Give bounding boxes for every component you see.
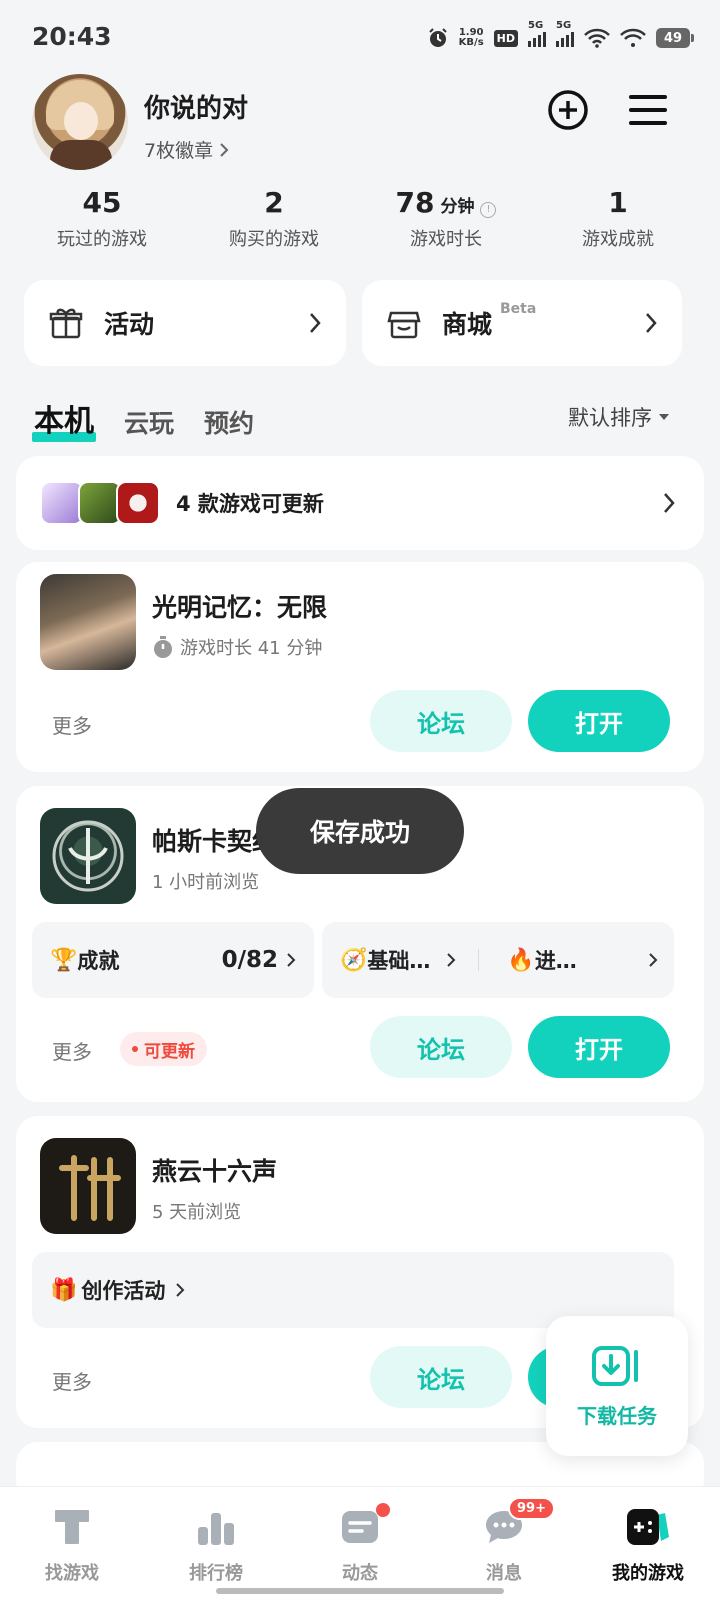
forum-button[interactable]: 论坛 (370, 690, 512, 752)
nav-rankings[interactable]: 排行榜 (144, 1487, 288, 1600)
game-thumb (116, 481, 160, 525)
gift-icon (49, 308, 83, 339)
plus-circle-icon (548, 90, 588, 130)
update-badge[interactable]: 可更新 (120, 1032, 207, 1066)
open-button[interactable]: 打开 (528, 1016, 670, 1078)
activity-entry[interactable]: 活动 (24, 280, 346, 366)
gift-icon: 🎁 (50, 1277, 78, 1303)
battery-icon: 49 (656, 28, 694, 48)
menu-icon (629, 95, 667, 125)
add-button[interactable] (546, 88, 590, 132)
status-icons: 1.90 KB/s HD 5G 5G 49 (427, 20, 694, 52)
nav-feed[interactable]: 动态 (288, 1487, 432, 1600)
stat-playtime[interactable]: 78 分钟! 游戏时长 (360, 186, 532, 251)
game-last-viewed: 1 小时前浏览 (152, 872, 260, 893)
download-icon (592, 1345, 638, 1386)
stat-achievements[interactable]: 1 游戏成就 (532, 186, 704, 251)
game-title[interactable]: 燕云十六声 (152, 1152, 277, 1188)
my-games-icon (627, 1509, 669, 1545)
hd-icon: HD (493, 29, 518, 47)
toast-message: 保存成功 (256, 788, 464, 874)
mall-entry[interactable]: 商城 Beta (362, 280, 682, 366)
chevron-right-icon (310, 313, 321, 333)
nav-messages[interactable]: 99+ 消息 (432, 1487, 576, 1600)
stat-purchased[interactable]: 2 购买的游戏 (188, 186, 360, 251)
wifi-icon-2 (620, 28, 646, 48)
compass-icon: 🧭 (340, 947, 368, 973)
home-indicator[interactable] (216, 1588, 504, 1594)
game-playtime: 游戏时长 41 分钟 (152, 634, 322, 660)
wifi-icon (584, 28, 610, 48)
caret-down-icon (659, 414, 669, 420)
status-bar: 20:43 1.90 KB/s HD 5G 5G 49 (0, 0, 720, 74)
net-speed: 1.90 KB/s (458, 27, 484, 48)
notification-dot (376, 1503, 390, 1517)
message-count-badge: 99+ (508, 1497, 555, 1520)
trophy-icon: 🏆 (50, 947, 78, 973)
chevron-right-icon (287, 953, 296, 967)
chevron-right-icon (649, 953, 658, 967)
chevron-right-icon (220, 142, 229, 157)
game-icon-yanyun[interactable] (40, 1138, 136, 1234)
forum-button[interactable]: 论坛 (370, 1016, 512, 1078)
signal-icon-1: 5G (528, 20, 546, 47)
stats-row: 45 玩过的游戏 2 购买的游戏 78 分钟! 游戏时长 1 游戏成就 (16, 186, 704, 251)
chevron-right-icon (176, 1283, 185, 1297)
chevron-right-icon (664, 493, 675, 513)
tab-cloud[interactable]: 云玩 (124, 404, 174, 444)
chevron-right-icon (447, 953, 456, 967)
store-icon (387, 311, 421, 339)
clock: 20:43 (32, 22, 112, 51)
nav-my-games[interactable]: 我的游戏 (576, 1487, 720, 1600)
game-card[interactable]: 光明记忆：无限 游戏时长 41 分钟 更多 论坛 打开 (16, 562, 704, 772)
sort-dropdown[interactable]: 默认排序 (568, 402, 670, 432)
fire-icon: 🔥 (507, 947, 535, 973)
guide-pill[interactable]: 🧭 基础… 🔥 进… (322, 922, 674, 998)
nav-find-games[interactable]: 找游戏 (0, 1487, 144, 1600)
game-title[interactable]: 光明记忆：无限 (152, 588, 327, 624)
badges-link[interactable]: 7枚徽章 (144, 136, 229, 163)
more-link[interactable]: 更多 (52, 1366, 92, 1395)
more-link[interactable]: 更多 (52, 710, 92, 739)
update-game-icons (40, 481, 160, 525)
stopwatch-icon (154, 636, 172, 658)
signal-icon-2: 5G (556, 20, 574, 47)
tab-reserve[interactable]: 预约 (204, 404, 254, 444)
find-games-icon (55, 1510, 89, 1544)
stat-played[interactable]: 45 玩过的游戏 (16, 186, 188, 251)
tab-bar: 本机 云玩 预约 (32, 396, 254, 444)
download-tasks-button[interactable]: 下载任务 (546, 1316, 688, 1456)
menu-button[interactable] (626, 88, 670, 132)
tab-local[interactable]: 本机 (32, 396, 96, 444)
updates-row[interactable]: 4 款游戏可更新 (16, 456, 704, 550)
rankings-icon (198, 1513, 234, 1545)
info-icon[interactable]: ! (480, 202, 497, 218)
more-link[interactable]: 更多 (52, 1036, 92, 1065)
game-icon-bright-memory[interactable] (40, 574, 136, 670)
achievement-pill[interactable]: 🏆 成就 0/82 (32, 922, 314, 998)
game-last-viewed: 5 天前浏览 (152, 1202, 242, 1223)
forum-button[interactable]: 论坛 (370, 1346, 512, 1408)
bottom-nav: 找游戏 排行榜 动态 99+ 消息 我的游戏 (0, 1486, 720, 1600)
chevron-right-icon (646, 313, 657, 333)
alarm-icon (427, 27, 449, 49)
divider (478, 949, 480, 971)
open-button[interactable]: 打开 (528, 690, 670, 752)
avatar[interactable] (32, 74, 128, 170)
game-icon-pascal-contract[interactable] (40, 808, 136, 904)
username: 你说的对 (144, 94, 249, 124)
